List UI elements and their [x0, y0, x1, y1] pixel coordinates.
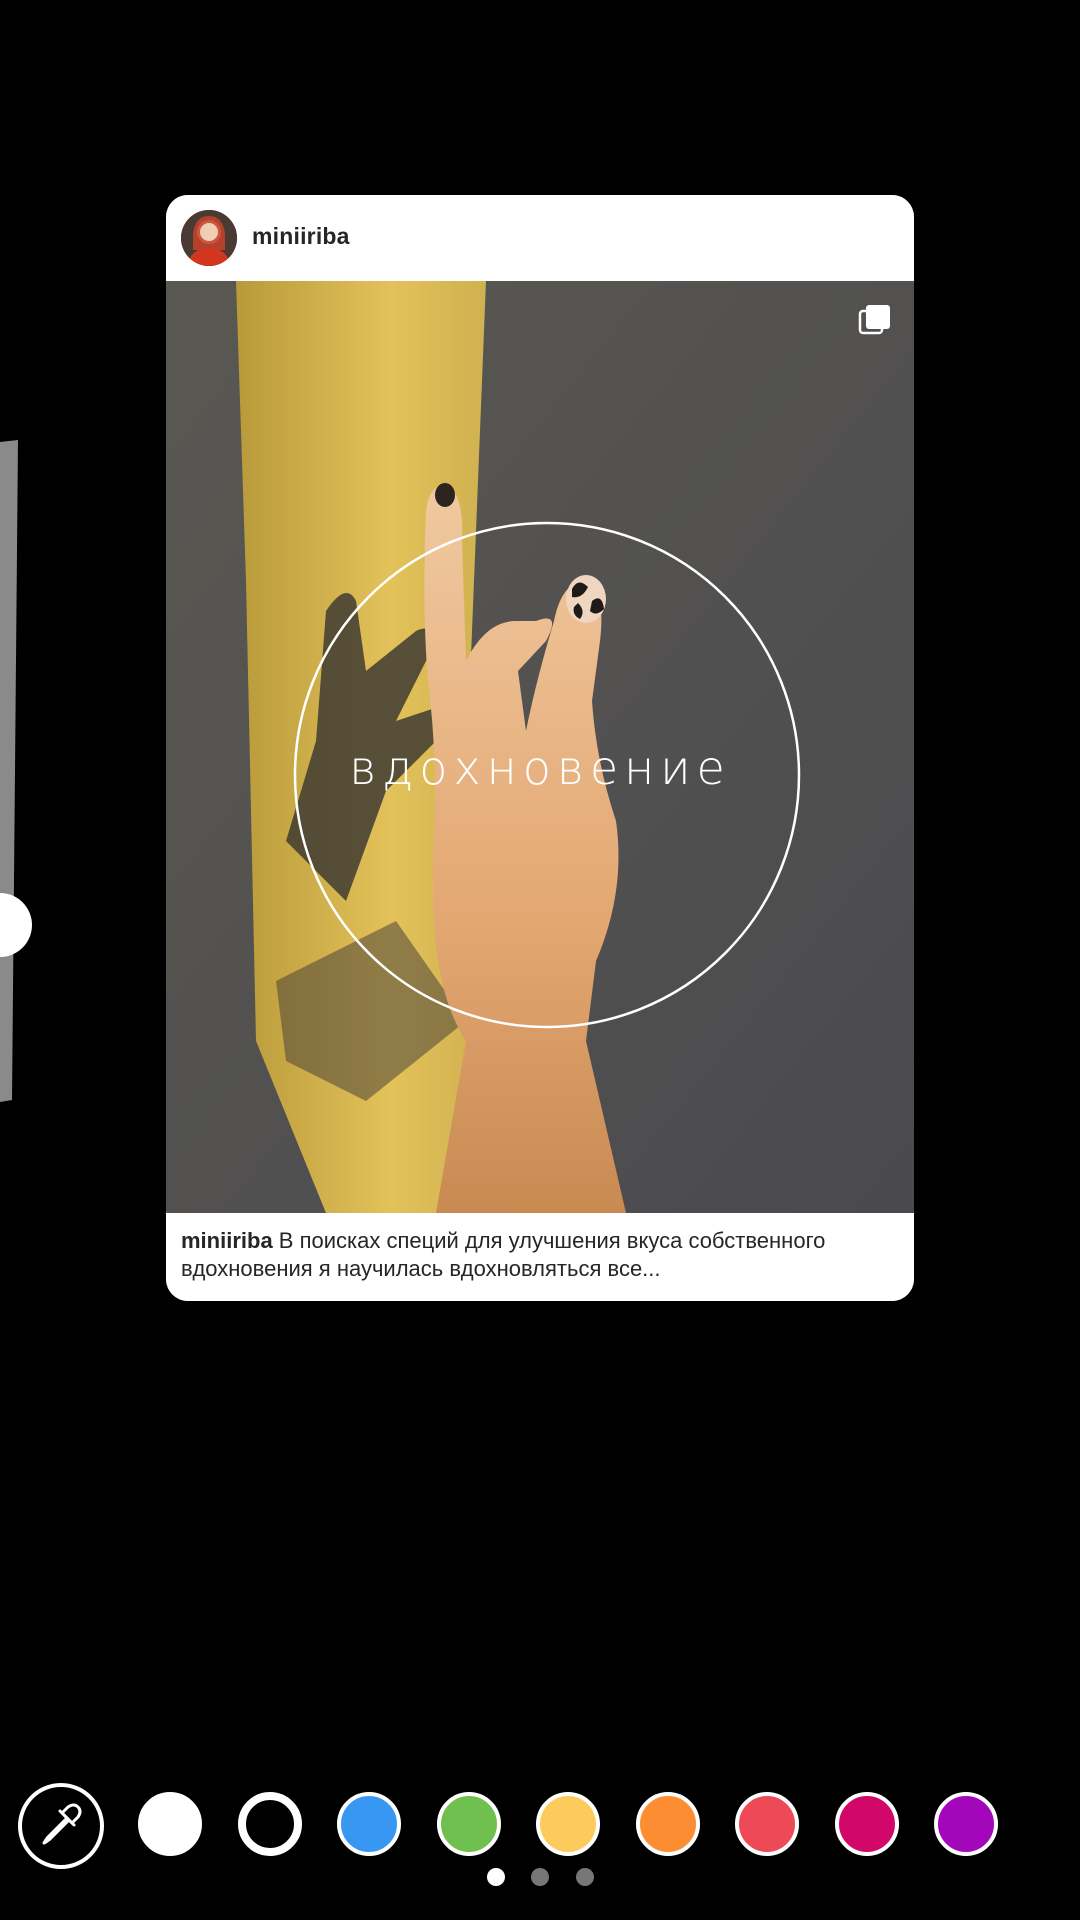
- color-swatch-black[interactable]: [237, 1792, 302, 1856]
- shared-post-card[interactable]: miniiriba вдохновение miniiriba В поиска…: [166, 195, 914, 1301]
- page-dot-1[interactable]: [487, 1868, 505, 1886]
- eyedropper-button[interactable]: [18, 1783, 104, 1869]
- color-swatch-blue[interactable]: [337, 1792, 401, 1856]
- caption-body: В поисках специй для улучшения вкуса соб…: [181, 1228, 826, 1281]
- caption-text: miniiriba В поисках специй для улучшения…: [181, 1227, 899, 1283]
- color-swatch-red[interactable]: [735, 1792, 799, 1856]
- page-dot-2[interactable]: [531, 1868, 549, 1886]
- overlay-text: вдохновение: [349, 741, 731, 795]
- color-swatch-magenta[interactable]: [834, 1792, 899, 1856]
- carousel-icon: [858, 303, 892, 337]
- color-swatch-orange[interactable]: [635, 1792, 700, 1856]
- brush-size-slider[interactable]: [0, 0, 40, 1920]
- palette-page-indicator: [0, 1868, 1080, 1888]
- caption-username[interactable]: miniiriba: [181, 1228, 273, 1253]
- avatar: [181, 210, 237, 266]
- eyedropper-icon: [38, 1801, 84, 1852]
- color-swatch-yellow[interactable]: [536, 1792, 600, 1856]
- brush-size-handle: [0, 893, 32, 957]
- post-header: miniiriba: [166, 195, 914, 281]
- color-swatch-purple[interactable]: [934, 1792, 998, 1856]
- post-image: вдохновение: [166, 281, 914, 1213]
- color-swatch-white[interactable]: [138, 1792, 202, 1856]
- page-dot-3[interactable]: [576, 1868, 594, 1886]
- color-swatch-green[interactable]: [436, 1792, 501, 1856]
- post-username[interactable]: miniiriba: [252, 223, 350, 250]
- color-palette: [0, 1780, 1080, 1870]
- post-caption: miniiriba В поисках специй для улучшения…: [166, 1213, 914, 1301]
